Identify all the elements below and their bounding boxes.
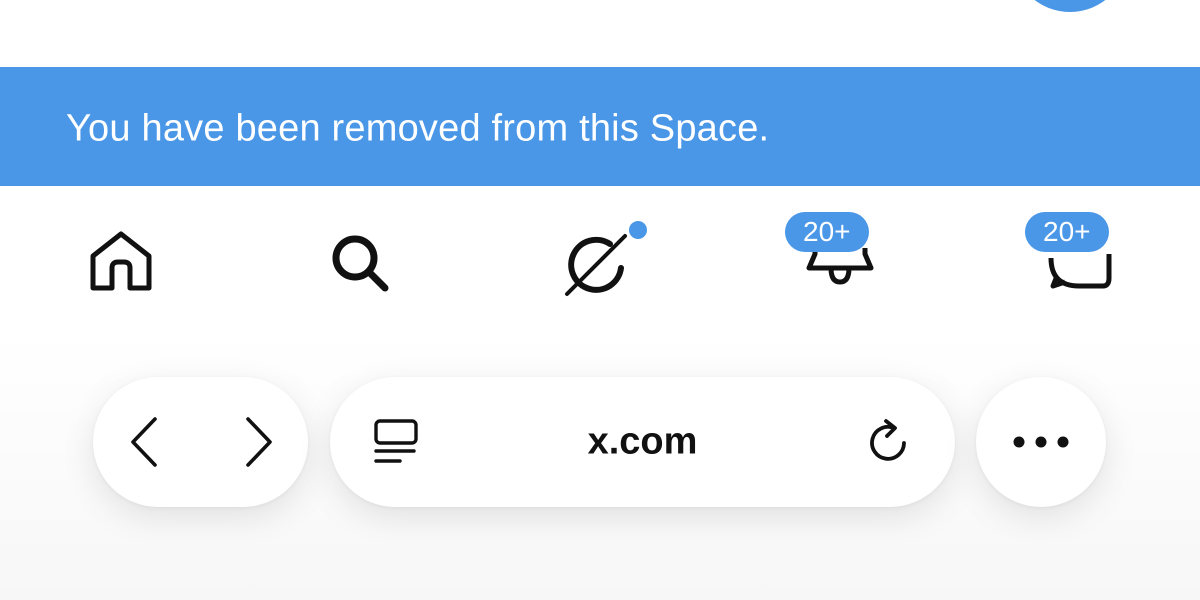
reload-button[interactable] xyxy=(866,419,914,467)
url-text[interactable]: x.com xyxy=(330,421,955,464)
toast-message: You have been removed from this Space. xyxy=(66,107,770,150)
search-icon xyxy=(332,235,389,292)
home-icon xyxy=(90,231,152,291)
tab-notifications[interactable]: 20+ xyxy=(765,188,915,318)
tab-grok[interactable] xyxy=(525,188,675,318)
messages-badge: 20+ xyxy=(1025,212,1109,252)
bottom-tab-bar: 20+ 20+ xyxy=(0,188,1200,328)
browser-toolbar: x.com xyxy=(0,330,1200,600)
bell-icon xyxy=(806,248,874,285)
grok-icon xyxy=(565,234,627,296)
address-bar[interactable]: x.com xyxy=(330,377,955,507)
reload-icon xyxy=(870,419,906,461)
tab-search[interactable] xyxy=(285,188,435,318)
more-icon xyxy=(1013,436,1069,448)
message-icon xyxy=(1048,254,1112,289)
navigation-pill xyxy=(93,377,308,507)
notifications-badge: 20+ xyxy=(785,212,869,252)
tab-messages[interactable]: 20+ xyxy=(1005,188,1155,318)
forward-button[interactable] xyxy=(238,417,278,467)
toast-banner: You have been removed from this Space. xyxy=(0,67,1200,186)
back-button[interactable] xyxy=(125,417,165,467)
chevron-right-icon xyxy=(246,417,272,467)
chevron-left-icon xyxy=(131,417,157,467)
more-button[interactable] xyxy=(976,377,1106,507)
grok-indicator-dot xyxy=(627,219,649,241)
tab-home[interactable] xyxy=(45,188,195,318)
floating-action-button[interactable] xyxy=(1012,0,1128,12)
